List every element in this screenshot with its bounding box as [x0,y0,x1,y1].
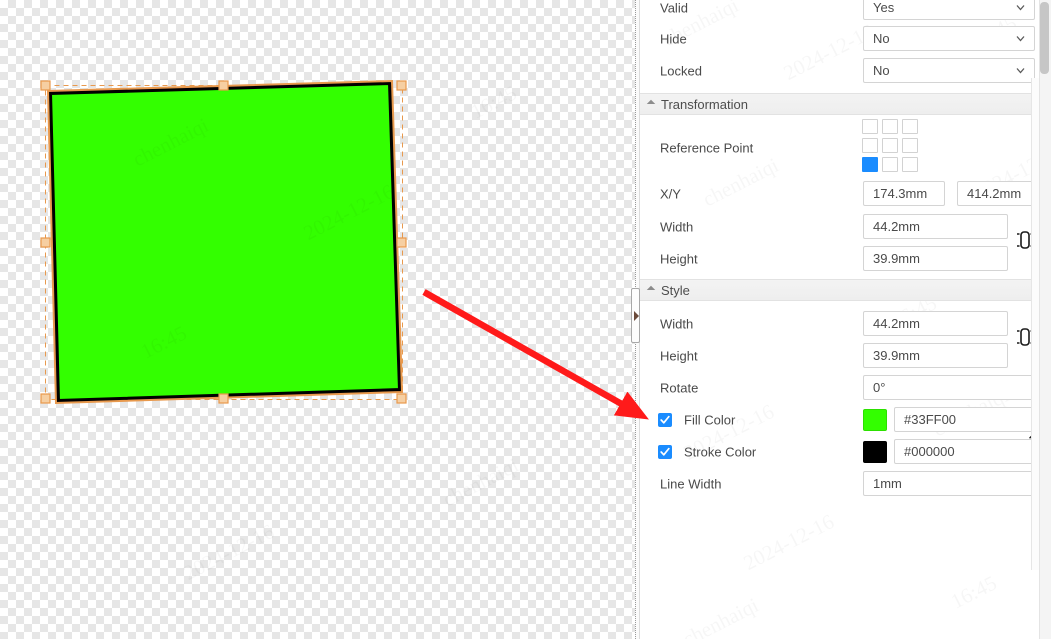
refpoint-cell-bottom-center[interactable] [882,157,898,172]
property-row-style-height: Height 39.9mm [640,340,1039,372]
input-style-width[interactable]: 44.2mm [863,311,1008,336]
label-style-width: Width [660,316,694,332]
section-header-transformation[interactable]: Transformation [640,93,1039,115]
input-rotate[interactable]: 0° [863,375,1036,400]
panel-inner-scroll-strip[interactable] [1031,78,1039,570]
property-row-reference-point: Reference Point [640,132,1039,164]
handle-top-center[interactable] [218,80,229,91]
property-row-line-width: Line Width 1mm [640,468,1039,500]
input-style-height[interactable]: 39.9mm [863,343,1008,368]
application-window: chenhaiqi 2024-12-16 16:45 chenhaiqi 202… [0,0,1051,639]
refpoint-cell-middle-center[interactable] [882,138,898,153]
refpoint-cell-bottom-right[interactable] [902,157,918,172]
checkbox-fill-color[interactable] [658,413,672,427]
label-hide: Hide [660,31,687,47]
collapse-triangle-icon [646,285,656,295]
input-x-value: 174.3mm [873,186,928,201]
input-style-height-value: 39.9mm [873,348,920,363]
input-stroke-color-hex-value: #000000 [904,444,955,459]
input-transform-height[interactable]: 39.9mm [863,246,1008,271]
input-fill-color-hex[interactable]: #33FF00 [894,407,1036,432]
watermark: 2024-12-16 [740,509,839,576]
collapse-triangle-icon [646,99,656,109]
input-line-width-value: 1mm [873,476,902,491]
label-transform-width: Width [660,219,694,235]
input-transform-height-value: 39.9mm [873,251,920,266]
label-locked: Locked [660,63,702,79]
chevron-down-icon [1016,3,1025,12]
swatch-fill-color[interactable] [863,409,887,431]
input-transform-width-value: 44.2mm [873,219,920,234]
select-locked-value: No [873,63,890,78]
input-transform-width[interactable]: 44.2mm [863,214,1008,239]
label-line-width: Line Width [660,476,722,492]
refpoint-cell-top-left[interactable] [862,119,878,134]
chevron-down-icon [1016,34,1025,43]
property-row-style-width: Width 44.2mm [640,308,1039,340]
watermark: chenhaiqi [679,593,763,639]
label-fill-color: Fill Color [684,412,736,428]
property-row-fill-color: Fill Color #33FF00 [640,404,1039,436]
handle-bottom-left[interactable] [40,393,51,404]
panel-collapse-handle[interactable] [631,288,640,343]
label-style-height: Height [660,348,698,364]
property-row-xy: X/Y 174.3mm 414.2mm [640,178,1039,210]
refpoint-cell-bottom-left[interactable] [862,157,878,172]
handle-middle-right[interactable] [396,237,407,248]
chevron-down-icon [1016,66,1025,75]
input-y-value: 414.2mm [967,186,1022,201]
panel-scrollbar-track[interactable] [1039,0,1051,639]
refpoint-cell-top-right[interactable] [902,119,918,134]
select-hide-value: No [873,31,890,46]
refpoint-cell-middle-left[interactable] [862,138,878,153]
canvas-vector-layer [40,79,407,405]
select-valid-value: Yes [873,0,895,15]
property-row-stroke-color: Stroke Color #000000 [640,436,1039,468]
panel-scrollbar-thumb[interactable] [1040,2,1049,74]
property-row-locked: Locked No [640,55,1039,87]
input-stroke-color-hex[interactable]: #000000 [894,439,1036,464]
label-transform-height: Height [660,251,698,267]
property-row-valid: Valid Yes [640,0,1039,24]
label-xy: X/Y [660,186,681,202]
input-rotate-value: 0° [873,380,886,395]
label-rotate: Rotate [660,380,699,396]
label-valid: Valid [660,0,688,16]
reference-point-grid[interactable] [862,119,922,175]
handle-top-left[interactable] [40,80,51,91]
handle-bottom-right[interactable] [396,393,407,404]
property-row-rotate: Rotate 0° [640,372,1039,404]
property-row-transform-height: Height 39.9mm [640,243,1039,275]
input-fill-color-hex-value: #33FF00 [904,412,957,427]
label-stroke-color: Stroke Color [684,444,757,460]
property-row-transform-width: Width 44.2mm [640,211,1039,243]
handle-middle-left[interactable] [40,237,51,248]
input-x[interactable]: 174.3mm [863,181,945,206]
select-hide[interactable]: No [863,26,1035,51]
section-title-transformation: Transformation [661,96,748,112]
select-locked[interactable]: No [863,58,1035,83]
section-header-style[interactable]: Style [640,279,1039,301]
handle-top-right[interactable] [396,80,407,91]
handle-bottom-center[interactable] [218,393,229,404]
refpoint-cell-top-center[interactable] [882,119,898,134]
checkbox-stroke-color[interactable] [658,445,672,459]
section-title-style: Style [661,282,690,298]
input-line-width[interactable]: 1mm [863,471,1036,496]
input-style-width-value: 44.2mm [873,316,920,331]
shape-green-rectangle[interactable] [47,80,403,404]
label-reference-point: Reference Point [660,140,754,156]
properties-panel: chenhaiqi 2024-12-16 16:45 chenhaiqi 202… [640,0,1039,639]
design-canvas[interactable]: chenhaiqi 2024-12-16 16:45 chenhaiqi 202… [0,0,635,639]
swatch-stroke-color[interactable] [863,441,887,463]
refpoint-cell-middle-right[interactable] [902,138,918,153]
watermark: 16:45 [947,571,1001,615]
property-row-hide: Hide No [640,23,1039,55]
input-y[interactable]: 414.2mm [957,181,1036,206]
select-valid[interactable]: Yes [863,0,1035,20]
